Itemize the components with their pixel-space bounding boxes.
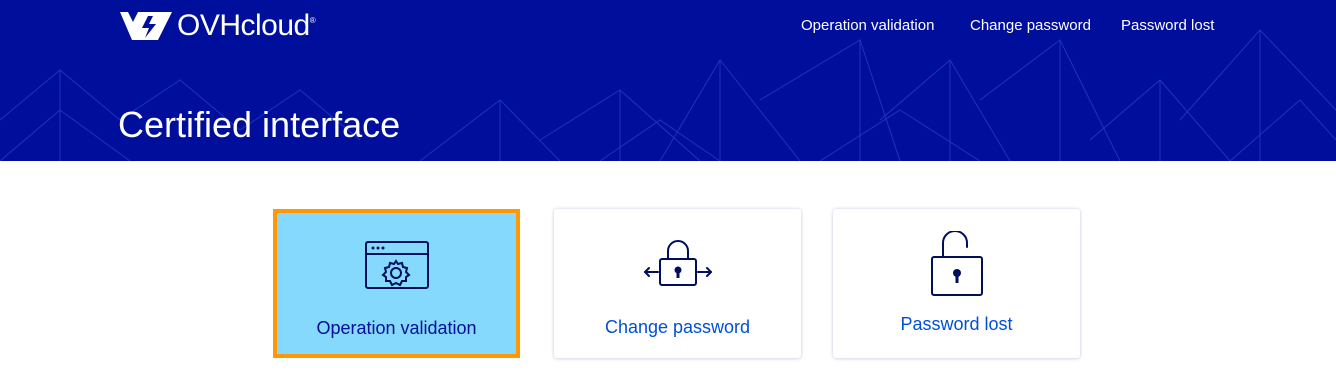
card-label: Change password xyxy=(604,317,751,337)
operation-validation-card[interactable]: Operation validation xyxy=(273,209,520,358)
nav-change-password[interactable]: Change password xyxy=(970,16,1091,36)
browser-gear-icon xyxy=(364,241,429,289)
header-banner: OVHcloud ® Operation validation Change p… xyxy=(0,0,1336,161)
card-label: Password lost xyxy=(900,314,1013,334)
card-label: Operation validation xyxy=(316,318,477,338)
change-password-card[interactable]: Change password xyxy=(554,209,801,358)
padlock-arrows-icon xyxy=(643,240,712,286)
password-lost-card[interactable]: Password lost xyxy=(833,209,1080,358)
open-padlock-icon xyxy=(930,231,983,296)
nav-operation-validation[interactable]: Operation validation xyxy=(801,16,934,36)
nav-password-lost[interactable]: Password lost xyxy=(1121,16,1214,36)
top-navigation: Operation validation Change password Pas… xyxy=(0,16,1336,36)
page-title: Certified interface xyxy=(118,104,401,145)
